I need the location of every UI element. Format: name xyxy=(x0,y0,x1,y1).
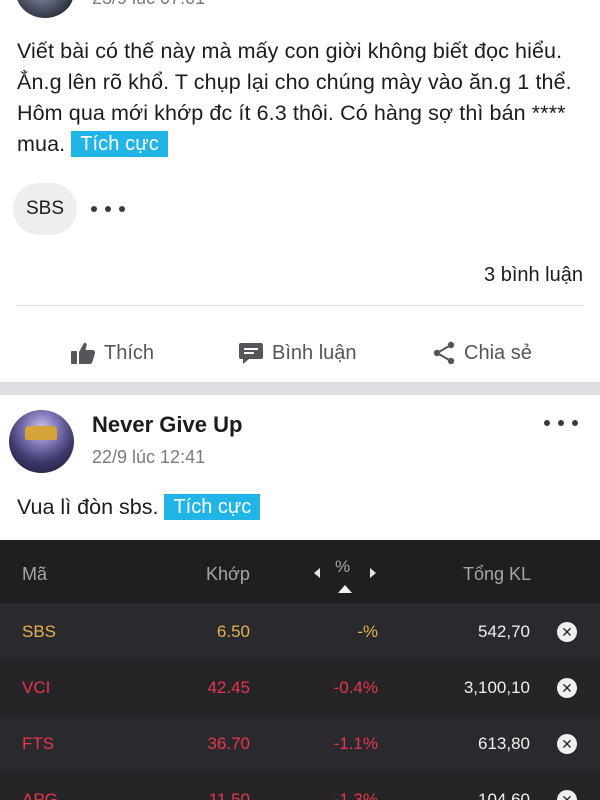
cell-price: 11.50 xyxy=(208,790,250,800)
cell-volume: 3,100,10 xyxy=(463,678,530,697)
avatar[interactable] xyxy=(16,0,74,18)
cell-percent: -1.1% xyxy=(333,734,378,753)
remove-icon[interactable]: ✕ xyxy=(557,790,577,800)
divider xyxy=(16,305,584,306)
cell-symbol: VCI xyxy=(22,678,51,697)
cell-symbol: APG xyxy=(22,790,58,800)
post-card-top: 23/9 lúc 07:01 Viết bài có thế này mà mấ… xyxy=(0,0,600,382)
remove-icon[interactable]: ✕ xyxy=(557,622,577,642)
stock-watchlist-table: Mã Khớp % Tổng KL SBS 6.50 -% 542,70 ✕ VCI 42.… xyxy=(0,540,600,800)
post-body: Vua lì đòn sbs. Tích cực xyxy=(17,492,261,523)
table-body: SBS 6.50 -% 542,70 ✕ VCI 42.45 -0.4% 3,100,10 ✕ FT… xyxy=(0,604,600,800)
post-actions: Thích Bình luận Chia sẻ xyxy=(0,330,600,376)
post-separator xyxy=(0,382,600,395)
cell-price: 6.50 xyxy=(216,622,250,641)
cell-price: 42.45 xyxy=(207,678,250,697)
like-button[interactable]: Thích xyxy=(70,330,154,376)
like-label: Thích xyxy=(104,341,155,364)
cell-symbol: SBS xyxy=(22,622,57,641)
header-volume[interactable]: Tổng KL xyxy=(463,564,531,585)
header-symbol[interactable]: Mã xyxy=(22,564,47,585)
stock-tag-chip[interactable]: SBS xyxy=(13,183,77,235)
sentiment-badge: Tích cực xyxy=(164,494,261,520)
share-button[interactable]: Chia sẻ xyxy=(432,330,532,376)
sentiment-badge: Tích cực xyxy=(71,131,168,157)
more-tags-icon[interactable] xyxy=(90,191,126,227)
remove-icon[interactable]: ✕ xyxy=(557,734,577,754)
share-icon xyxy=(433,341,455,365)
cell-percent: -% xyxy=(357,622,378,641)
post-time: 23/9 lúc 07:01 xyxy=(92,0,205,9)
cell-symbol: FTS xyxy=(22,734,55,753)
table-row[interactable]: FTS 36.70 -1.1% 613,80 ✕ xyxy=(0,716,600,772)
post-card: Never Give Up 22/9 lúc 12:41 Vua lì đòn … xyxy=(0,395,600,540)
table-row[interactable]: SBS 6.50 -% 542,70 ✕ xyxy=(0,604,600,660)
table-header: Mã Khớp % Tổng KL xyxy=(0,540,600,604)
table-row[interactable]: VCI 42.45 -0.4% 3,100,10 ✕ xyxy=(0,660,600,716)
sort-up-icon[interactable] xyxy=(338,585,352,593)
comment-icon xyxy=(239,343,263,364)
cell-price: 36.70 xyxy=(207,734,250,753)
author-name[interactable]: Never Give Up xyxy=(92,412,242,438)
header-percent: % xyxy=(335,557,351,576)
header-price[interactable]: Khớp xyxy=(206,564,250,585)
cell-percent: -0.4% xyxy=(333,678,378,697)
comments-count[interactable]: 3 bình luận xyxy=(484,264,583,287)
caret-right-icon[interactable] xyxy=(370,568,376,578)
post-time: 22/9 lúc 12:41 xyxy=(92,447,206,467)
comment-label: Bình luận xyxy=(272,341,357,364)
header-percent-switcher[interactable]: % xyxy=(310,557,380,597)
share-label: Chia sẻ xyxy=(464,341,532,364)
cell-percent: -1.3% xyxy=(333,790,378,800)
caret-left-icon[interactable] xyxy=(314,568,320,578)
remove-icon[interactable]: ✕ xyxy=(557,678,577,698)
more-options-icon[interactable] xyxy=(544,420,578,430)
thumbs-up-icon xyxy=(71,342,96,364)
cell-volume: 542,70 xyxy=(478,622,530,641)
post-text: Vua lì đòn sbs. xyxy=(17,495,159,519)
cell-volume: 613,80 xyxy=(478,734,530,753)
table-row[interactable]: APG 11.50 -1.3% 104,60 ✕ xyxy=(0,772,600,800)
cell-volume: 104,60 xyxy=(478,790,530,800)
avatar[interactable] xyxy=(9,410,74,473)
comment-button[interactable]: Bình luận xyxy=(238,330,357,376)
post-body: Viết bài có thế này mà mấy con giời khôn… xyxy=(17,36,589,160)
